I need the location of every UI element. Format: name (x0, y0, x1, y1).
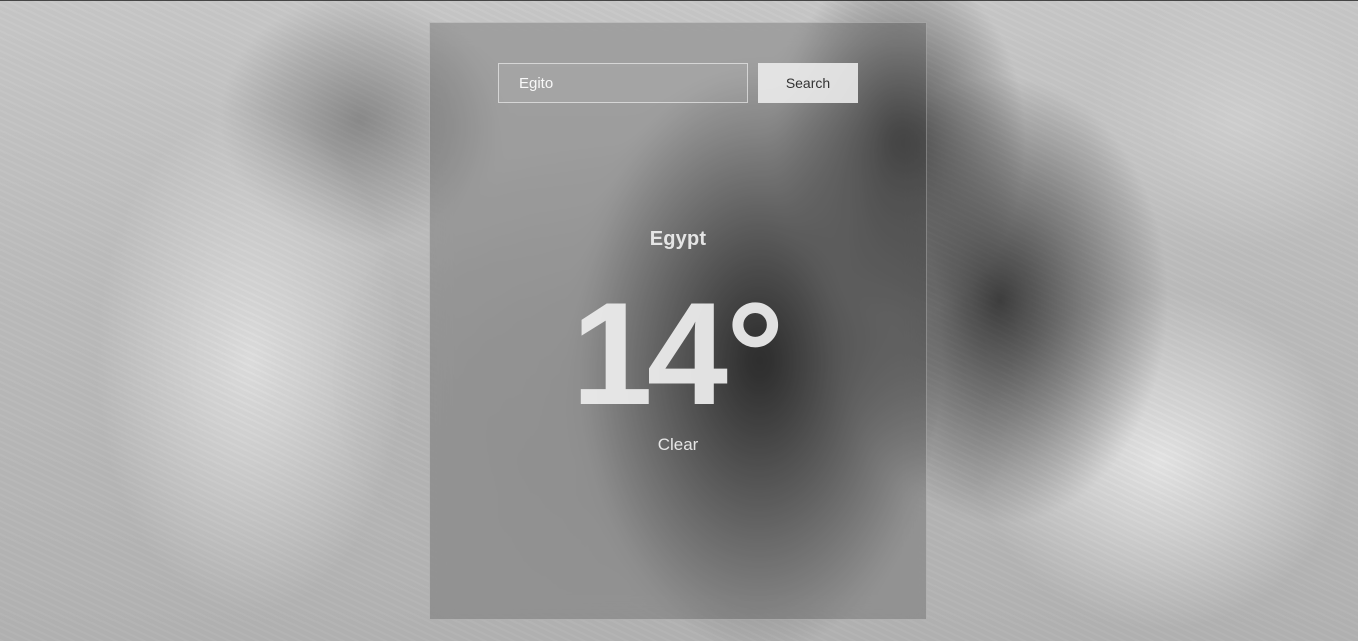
search-button[interactable]: Search (758, 63, 858, 103)
city-search-input[interactable] (498, 63, 748, 103)
weather-condition: Clear (657, 435, 699, 454)
top-border (0, 0, 1358, 1)
city-name: Egypt (649, 228, 707, 250)
degree-symbol: ° (726, 272, 785, 435)
temperature: 14° (430, 281, 926, 427)
temperature-value: 14 (571, 272, 728, 435)
search-row: Search (498, 63, 860, 103)
weather-card: Search Egypt 14° Clear (429, 22, 927, 620)
